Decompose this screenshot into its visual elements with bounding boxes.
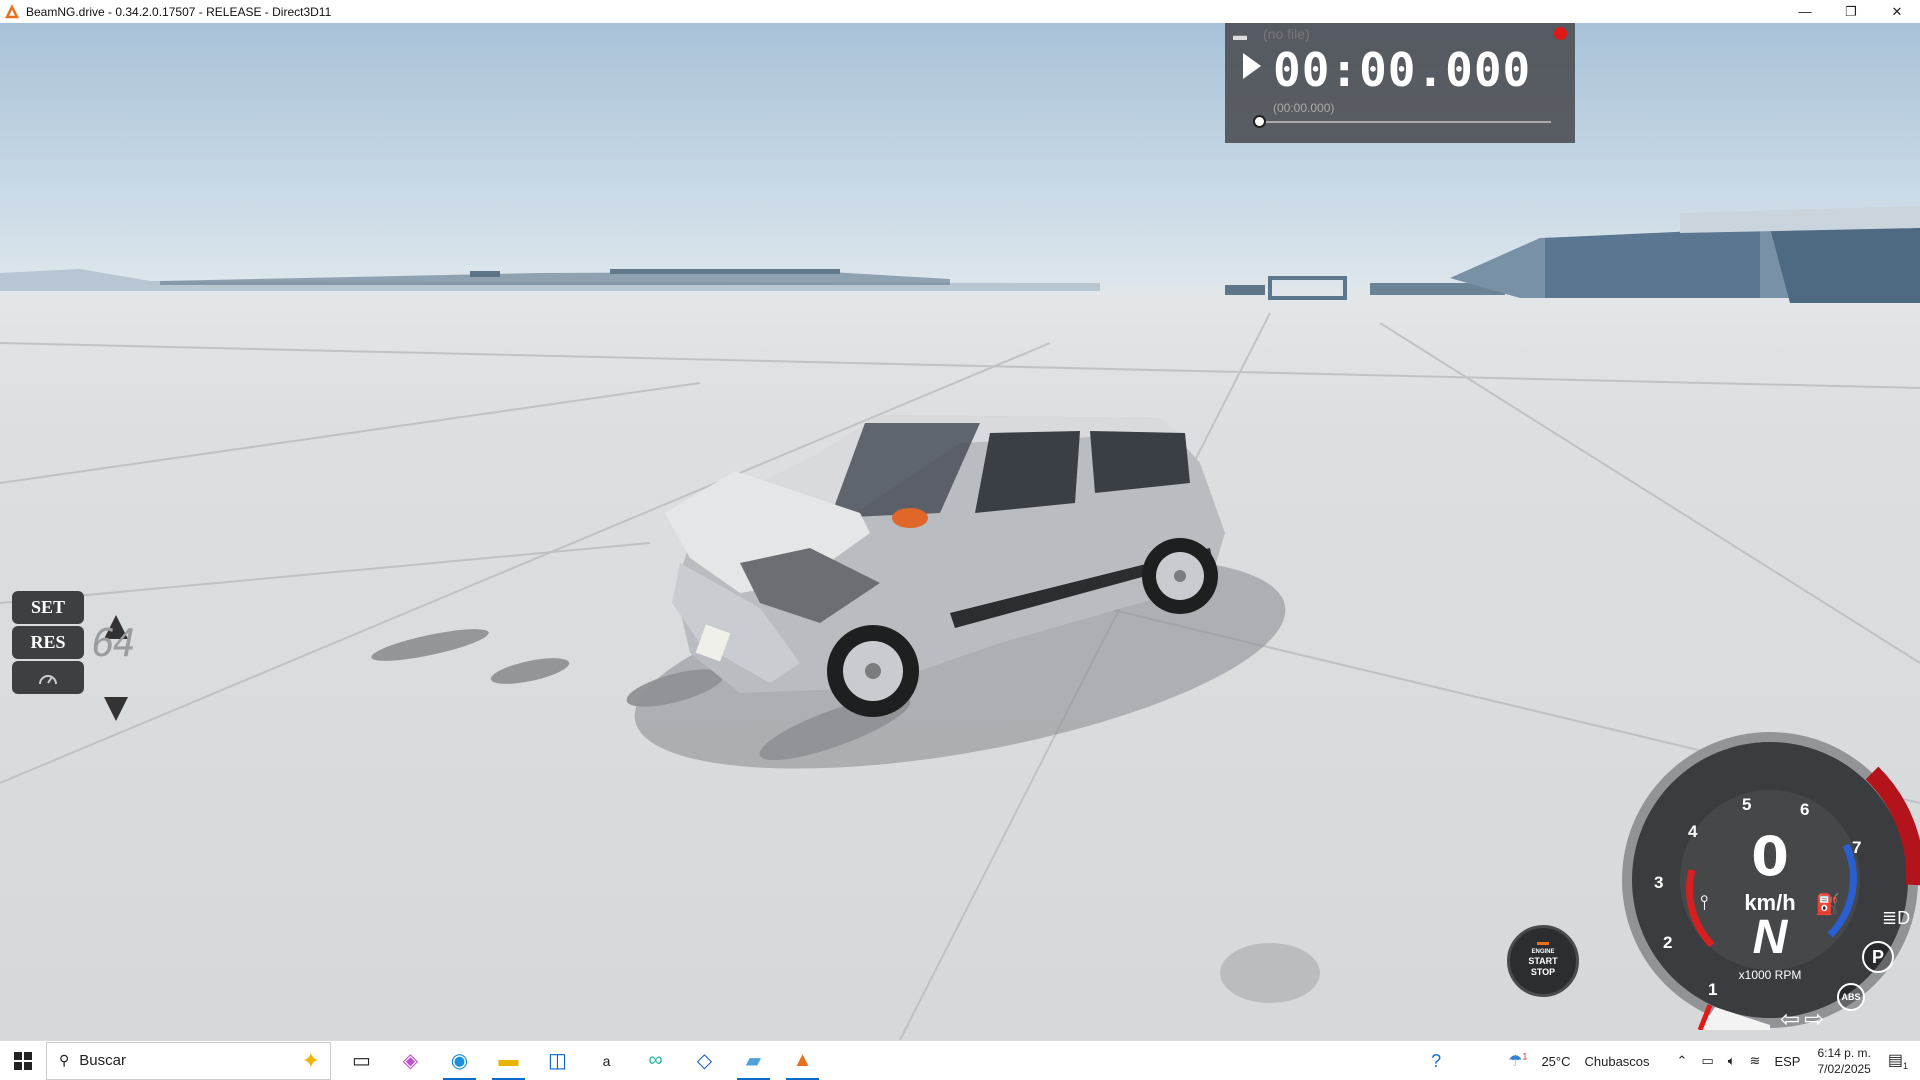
language-indicator[interactable]: ESP <box>1774 1054 1800 1069</box>
rpm-tick-3: 3 <box>1654 873 1664 892</box>
wifi-icon[interactable]: ≋ <box>1750 1053 1761 1069</box>
edge-browser-icon[interactable]: ◉ <box>435 1041 484 1080</box>
rpm-tick-5: 5 <box>1742 795 1752 814</box>
timer-subtime: (00:00.000) <box>1273 101 1335 115</box>
weather-description[interactable]: Chubascos <box>1584 1054 1649 1069</box>
clock-date: 7/02/2025 <box>1817 1062 1871 1076</box>
abs-icon: ABS <box>1837 983 1865 1011</box>
speed-value: 0 <box>1751 825 1789 888</box>
start-button[interactable] <box>0 1041 46 1080</box>
stop-label: STOP <box>1530 967 1556 977</box>
task-view-icon[interactable]: ▭ <box>337 1041 386 1080</box>
game-viewport[interactable]: ▬ (no file) 00:00.000 (00:00.000) SET RE… <box>0 23 1920 1040</box>
speedometer-icon <box>39 674 57 684</box>
notification-count: 1 <box>1902 1061 1908 1072</box>
infinity-app-icon[interactable]: ∞ <box>631 1041 680 1080</box>
help-icon[interactable]: ? <box>1431 1051 1441 1072</box>
timer-file-label: (no file) <box>1263 26 1310 42</box>
rpm-tick-7: 7 <box>1852 838 1862 857</box>
dropbox-icon[interactable]: ◇ <box>680 1041 729 1080</box>
record-indicator-icon <box>1554 27 1567 40</box>
search-placeholder: Buscar <box>79 1052 126 1069</box>
timer-slider-track[interactable] <box>1259 121 1551 123</box>
rpm-label: x1000 RPM <box>1738 968 1802 982</box>
copilot-sparkle-icon[interactable]: ✦ <box>302 1048 330 1074</box>
window-title-bar: BeamNG.drive - 0.34.2.0.17507 - RELEASE … <box>0 0 1920 23</box>
beamng-logo-icon <box>4 3 20 18</box>
engine-indicator-icon <box>1537 942 1549 945</box>
clock-time: 6:14 p. m. <box>1817 1046 1871 1060</box>
parking-brake-icon: P <box>1862 941 1894 973</box>
headlight-icon: ≣D <box>1882 908 1911 928</box>
windows-taskbar: ⚲ Buscar ✦ ▭ ◈ ◉ ▬ ◫ a ∞ ◇ ▰ ▲ ? ☂1 25°C… <box>0 1040 1920 1080</box>
system-tray: ? ☂1 25°C Chubascos ⌃ ▭ 🔈︎ ≋ ESP 6:14 p.… <box>1424 1041 1920 1080</box>
window-title: BeamNG.drive - 0.34.2.0.17507 - RELEASE … <box>26 4 332 19</box>
volume-icon[interactable]: 🔈︎ <box>1728 1053 1736 1069</box>
search-icon: ⚲ <box>59 1052 70 1068</box>
rpm-tick-6: 6 <box>1800 800 1810 819</box>
cruise-control-widget: SET RES 64 <box>12 591 136 721</box>
system-clock[interactable]: 6:14 p. m. 7/02/2025 <box>1817 1045 1870 1077</box>
cruise-res-button[interactable]: RES <box>12 626 84 659</box>
minimize-button[interactable]: — <box>1782 0 1828 23</box>
cruise-speedometer-button[interactable] <box>12 661 84 694</box>
folder-icon[interactable]: ▬ <box>1233 27 1247 43</box>
windows-logo-icon <box>14 1051 32 1070</box>
cruise-set-button[interactable]: SET <box>12 591 84 624</box>
weather-icon[interactable]: ☂1 <box>1508 1051 1527 1071</box>
beamng-taskbar-icon[interactable]: ▲ <box>778 1041 827 1080</box>
notifications-icon[interactable]: ▤1 <box>1888 1050 1908 1071</box>
rpm-tick-1: 1 <box>1708 980 1718 999</box>
weather-badge: 1 <box>1522 1051 1528 1062</box>
close-button[interactable]: ✕ <box>1874 0 1920 23</box>
play-icon[interactable] <box>1243 53 1261 79</box>
restore-button[interactable]: ❐ <box>1828 0 1874 23</box>
race-timer-widget[interactable]: ▬ (no file) 00:00.000 (00:00.000) <box>1225 23 1575 143</box>
dashboard-gauge: 1 2 3 4 5 6 7 ⫯ ⛽ 0 km/h N x1000 RPM ≣D … <box>1620 730 1920 1033</box>
amazon-icon[interactable]: a <box>582 1041 631 1080</box>
turn-signal-icons: ⇦⇨ <box>1780 1006 1829 1033</box>
timer-display: 00:00.000 <box>1273 43 1532 97</box>
engine-label: ENGINE <box>1531 949 1555 955</box>
timer-slider-knob[interactable] <box>1253 115 1266 128</box>
battery-icon[interactable]: ▭ <box>1701 1053 1713 1069</box>
file-explorer-icon[interactable]: ▬ <box>484 1041 533 1080</box>
notes-app-icon[interactable]: ▰ <box>729 1041 778 1080</box>
engine-start-stop-button[interactable]: ENGINE START STOP <box>1507 925 1579 997</box>
weather-temperature[interactable]: 25°C <box>1541 1054 1570 1069</box>
cruise-decrease-button[interactable] <box>104 697 128 721</box>
start-label: START <box>1528 956 1558 966</box>
chevron-up-icon[interactable]: ⌃ <box>1677 1053 1688 1069</box>
rpm-tick-4: 4 <box>1688 822 1698 841</box>
rpm-tick-2: 2 <box>1663 933 1673 952</box>
copilot-app-icon[interactable]: ◈ <box>386 1041 435 1080</box>
cruise-speed-value: 64 <box>92 621 136 665</box>
engine-temp-icon: ⫯ <box>1700 892 1709 914</box>
outlook-icon[interactable]: ◫ <box>533 1041 582 1080</box>
gear-indicator: N <box>1752 911 1788 964</box>
taskbar-search-box[interactable]: ⚲ Buscar ✦ <box>46 1041 331 1080</box>
